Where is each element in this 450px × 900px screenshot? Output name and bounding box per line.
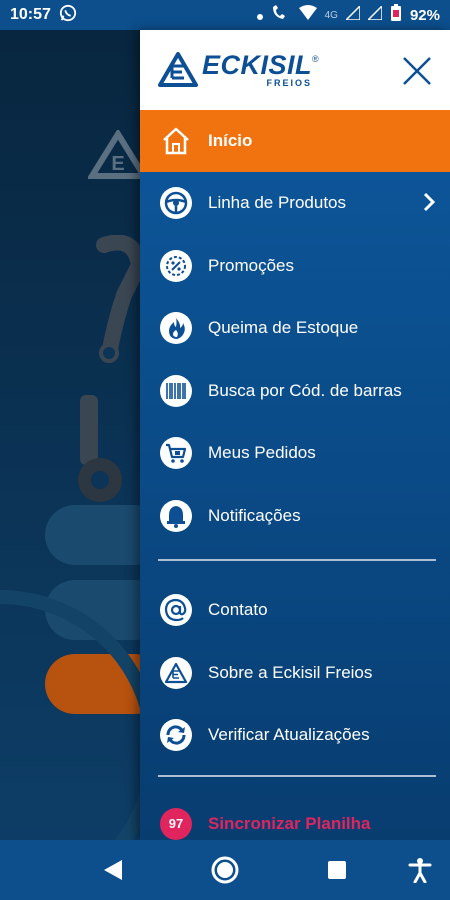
menu-item-notificacoes[interactable]: Notificações [140,485,450,548]
eckisil-logo-icon [158,52,198,87]
eckisil-logo-icon [160,656,192,689]
menu-item-sobre[interactable]: Sobre a Eckisil Freios [140,642,450,705]
svg-text:E: E [111,153,124,175]
back-triangle-icon [104,860,122,880]
whatsapp-icon [59,4,77,27]
system-nav-bar [0,840,450,900]
menu-item-meus-pedidos[interactable]: Meus Pedidos [140,422,450,485]
percent-gear-icon [160,249,192,282]
menu-item-label: Sincronizar Planilha [208,813,371,833]
close-drawer-button[interactable] [400,54,434,88]
signal-icon [344,4,361,24]
menu-divider [158,559,436,561]
barcode-icon [160,374,192,407]
brand-subtitle: FREIOS [266,78,313,88]
menu-item-contato[interactable]: Contato [140,579,450,642]
menu-item-inicio[interactable]: Início [140,110,450,172]
menu-item-label: Queima de Estoque [208,318,359,338]
navigation-drawer: ECKISIL FREIOS ® Início Linha de Produto… [140,30,450,840]
home-icon [160,125,192,157]
recents-square-icon [328,861,346,879]
battery-percent: 92% [409,6,440,24]
home-button[interactable] [210,855,240,885]
menu-item-queima-de-estoque[interactable]: Queima de Estoque [140,297,450,360]
refresh-icon [160,719,192,752]
recents-button[interactable] [322,855,352,885]
menu-item-label: Sobre a Eckisil Freios [208,662,373,682]
at-icon [160,594,192,627]
menu-item-label: Linha de Produtos [208,193,346,213]
wifi-icon [298,5,317,25]
accessibility-button[interactable] [405,855,435,885]
brake-part-icon [96,235,144,363]
cart-icon [160,437,192,470]
flame-icon [160,312,192,345]
steering-wheel-icon [160,187,192,220]
close-icon [403,57,431,85]
menu-item-label: Início [208,131,253,150]
menu-item-label: Verificar Atualizações [208,725,370,745]
dot-icon [256,7,263,24]
menu-item-label: Promoções [208,255,294,275]
background-logo-icon: E [88,130,148,179]
wifi-call-icon [271,5,291,25]
chevron-right-icon [422,191,436,218]
menu-item-label: Meus Pedidos [208,443,316,463]
back-button[interactable] [98,855,128,885]
status-time: 10:57 [10,6,51,23]
bell-icon [160,499,192,532]
drawer-header: ECKISIL FREIOS ® [140,30,450,110]
network-type-icon: 4G [324,9,338,21]
brand-name: ECKISIL [202,50,313,80]
menu-item-label: Contato [208,600,268,620]
accessibility-icon [408,858,432,883]
battery-icon [390,4,402,26]
registered-mark: ® [312,54,319,64]
sync-count-badge: 97 [160,807,192,840]
status-bar: 10:57 4G 92% [0,0,450,30]
menu-item-label: Busca por Cód. de barras [208,380,402,400]
menu-item-verificar-atualizacoes[interactable]: Verificar Atualizações [140,704,450,767]
menu-item-promocoes[interactable]: Promoções [140,235,450,298]
signal-icon-2 [366,4,383,24]
menu-item-busca-codigo-barras[interactable]: Busca por Cód. de barras [140,360,450,423]
menu-item-sincronizar-planilha[interactable]: 97 Sincronizar Planilha [140,793,450,841]
menu-divider [158,774,436,777]
menu-item-linha-de-produtos[interactable]: Linha de Produtos [140,172,450,235]
home-circle-icon [211,856,239,884]
slack-adjuster-icon [78,395,122,502]
menu-item-label: Notificações [208,505,301,525]
brand-logo: ECKISIL FREIOS ® [158,52,319,88]
